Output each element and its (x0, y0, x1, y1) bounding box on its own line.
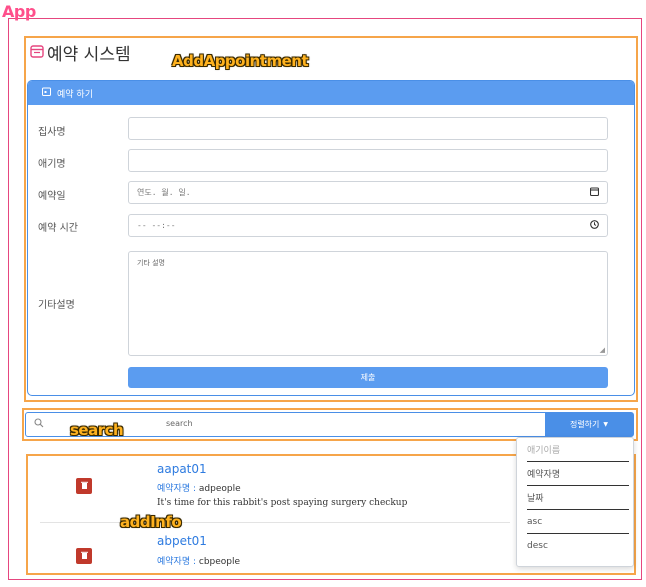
add-info-label: addInfo (120, 513, 182, 531)
title-text: 예약 시스템 (47, 45, 131, 65)
trash-icon (80, 551, 88, 561)
search-icon (34, 418, 44, 431)
trash-icon (80, 481, 88, 491)
pet-name: aapat01 (157, 462, 207, 476)
time-label: 예약 시간 (38, 223, 78, 234)
sort-option-date[interactable]: 날짜 (527, 486, 629, 510)
notes-textarea[interactable]: 기타 설명 ◢ (128, 251, 608, 356)
appointment-note: It's time for this rabbit's post spaying… (157, 498, 408, 508)
caret-down-icon: ▼ (603, 421, 609, 428)
clock-icon[interactable] (590, 220, 599, 232)
delete-button[interactable] (76, 478, 92, 494)
list-divider (40, 522, 510, 523)
notes-placeholder: 기타 설명 (137, 259, 165, 267)
pet-name: abpet01 (157, 534, 207, 548)
owner-name: cbpeople (198, 557, 241, 567)
appointment-form-card: 예약 하기 집사명 애기명 예약일 연도. 월. 일. 예약 시간 -- --:… (27, 80, 635, 396)
form-header-label: 예약 하기 (57, 89, 93, 100)
owner-label: 예약자명 : (157, 557, 197, 567)
sort-dropdown-menu: 애기이름 예약자명 날짜 asc desc (516, 437, 634, 567)
date-label: 예약일 (38, 191, 66, 202)
date-input[interactable]: 연도. 월. 일. (128, 181, 608, 204)
sort-button-label: 정렬하기 (569, 420, 600, 429)
date-input-value: 연도. 월. 일. (137, 188, 191, 197)
owner-row: 예약자명 : adpeople (157, 481, 241, 494)
notes-label: 기타설명 (38, 300, 75, 311)
add-appointment-label: AddAppointment (172, 52, 309, 70)
resize-handle-icon[interactable]: ◢ (600, 346, 605, 354)
pet-name-label: 애기명 (38, 159, 66, 170)
form-header[interactable]: 예약 하기 (28, 81, 634, 105)
search-input[interactable]: search (166, 419, 193, 428)
owner-name-input[interactable] (128, 117, 608, 140)
sort-button[interactable]: 정렬하기 ▼ (545, 413, 633, 436)
delete-button[interactable] (76, 548, 92, 564)
owner-row: 예약자명 : cbpeople (157, 554, 240, 567)
submit-button[interactable]: 제출 (128, 367, 608, 388)
calendar-icon (42, 87, 51, 99)
calendar-icon[interactable] (589, 187, 600, 199)
sort-option-desc[interactable]: desc (527, 534, 629, 558)
sort-option-owner-name[interactable]: 예약자명 (527, 462, 629, 486)
sort-option-pet-name[interactable]: 애기이름 (527, 438, 629, 462)
pet-name-input[interactable] (128, 149, 608, 172)
owner-label: 예약자명 : (157, 484, 197, 494)
app-label: App (2, 2, 36, 21)
owner-name-label: 집사명 (38, 127, 66, 138)
page-title: 예약 시스템 (30, 40, 131, 65)
time-input-value: -- --:-- (137, 221, 176, 230)
owner-name: adpeople (198, 484, 241, 494)
search-label: search (70, 421, 124, 439)
time-input[interactable]: -- --:-- (128, 214, 608, 237)
sort-option-asc[interactable]: asc (527, 510, 629, 534)
calendar-icon (30, 43, 44, 62)
